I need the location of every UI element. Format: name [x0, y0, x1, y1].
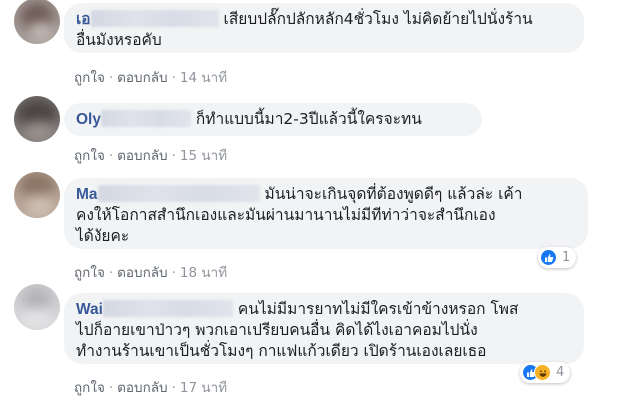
reaction-summary[interactable]: 1	[538, 247, 577, 268]
like-link[interactable]: ถูกใจ	[74, 70, 105, 86]
avatar[interactable]	[14, 96, 60, 142]
comment-author[interactable]: Wai	[76, 301, 103, 318]
reaction-summary[interactable]: 4	[520, 362, 571, 383]
comment-text-line: คงให้โอกาสสำนึกเองและมันผ่านมานานไม่มีที…	[76, 206, 496, 224]
separator-dot: ·	[171, 265, 176, 281]
redacted-name	[90, 10, 219, 27]
comment-actions: ถูกใจ · ตอบกลับ · 14 นาที	[74, 66, 227, 88]
comment-text-line: ได้งัยคะ	[76, 227, 130, 245]
reply-link[interactable]: ตอบกลับ	[117, 380, 167, 396]
reaction-count: 4	[556, 365, 565, 380]
comment-bubble: Oly ก็ทำแบบนี้มา2-3ปีแล้วนี้ใครจะทน	[64, 103, 482, 136]
comment-text-line: ทำงานร้านเขาเป็นชั่วโมงๆ กาแฟแก้วเดียว เ…	[76, 342, 487, 360]
like-link[interactable]: ถูกใจ	[74, 148, 105, 164]
comment-text-line: ก็ทำแบบนี้มา2-3ปีแล้วนี้ใครจะทน	[195, 110, 422, 128]
separator-dot: ·	[171, 380, 176, 396]
comment-text-line: คนไม่มีมารยาทไม่มีใครเข้าข้างหรอก โพส	[237, 300, 519, 318]
reaction-count: 1	[562, 250, 571, 265]
avatar[interactable]	[14, 0, 60, 44]
redacted-name	[100, 110, 191, 127]
comment-author[interactable]: Oly	[76, 111, 101, 128]
avatar[interactable]	[14, 172, 60, 218]
comment-bubble: เอ เสียบปลั๊กปลักหลัก4ชั่วโมง ไม่คิดย้าย…	[64, 3, 584, 53]
comment-bubble: Ma มันน่าจะเกินจุดที่ต้องพูดดีๆ แล้วล่ะ …	[64, 178, 588, 249]
reply-link[interactable]: ตอบกลับ	[117, 70, 167, 86]
like-link[interactable]: ถูกใจ	[74, 265, 105, 281]
comment-author[interactable]: เอ	[76, 11, 91, 28]
comment-actions: ถูกใจ · ตอบกลับ · 15 นาที	[74, 144, 227, 166]
comment-text-line: ไปก็อายเขาป่าวๆ พวกเอาเปรียบคนอื่น คิดได…	[76, 321, 478, 339]
separator-dot: ·	[108, 265, 114, 281]
reply-link[interactable]: ตอบกลับ	[117, 148, 167, 164]
avatar[interactable]	[14, 284, 60, 330]
comment-text-line: เสียบปลั๊กปลักหลัก4ชั่วโมง ไม่คิดย้ายไปน…	[223, 10, 533, 28]
separator-dot: ·	[108, 148, 114, 164]
comment-actions: ถูกใจ · ตอบกลับ · 18 นาที	[74, 261, 227, 283]
like-link[interactable]: ถูกใจ	[74, 380, 105, 396]
separator-dot: ·	[108, 380, 114, 396]
like-icon	[540, 249, 557, 266]
comment-timestamp[interactable]: 14 นาที	[180, 70, 227, 86]
comment-author[interactable]: Ma	[76, 186, 98, 203]
comment-timestamp[interactable]: 15 นาที	[180, 148, 227, 164]
comment-text-line: มันน่าจะเกินจุดที่ต้องพูดดีๆ แล้วล่ะ เค้…	[264, 185, 523, 203]
comment-timestamp[interactable]: 17 นาที	[180, 380, 227, 396]
separator-dot: ·	[108, 70, 114, 86]
separator-dot: ·	[171, 70, 176, 86]
comment-timestamp[interactable]: 18 นาที	[180, 265, 227, 281]
comment-text-line: อื่นมังหรอคับ	[76, 31, 162, 49]
reply-link[interactable]: ตอบกลับ	[117, 265, 167, 281]
separator-dot: ·	[171, 148, 176, 164]
comment-actions: ถูกใจ · ตอบกลับ · 17 นาที	[74, 376, 227, 398]
comment-bubble: Wai คนไม่มีมารยาทไม่มีใครเข้าข้างหรอก โพ…	[64, 293, 584, 364]
redacted-name	[102, 300, 233, 317]
redacted-name	[97, 185, 260, 202]
laugh-icon	[534, 364, 551, 381]
